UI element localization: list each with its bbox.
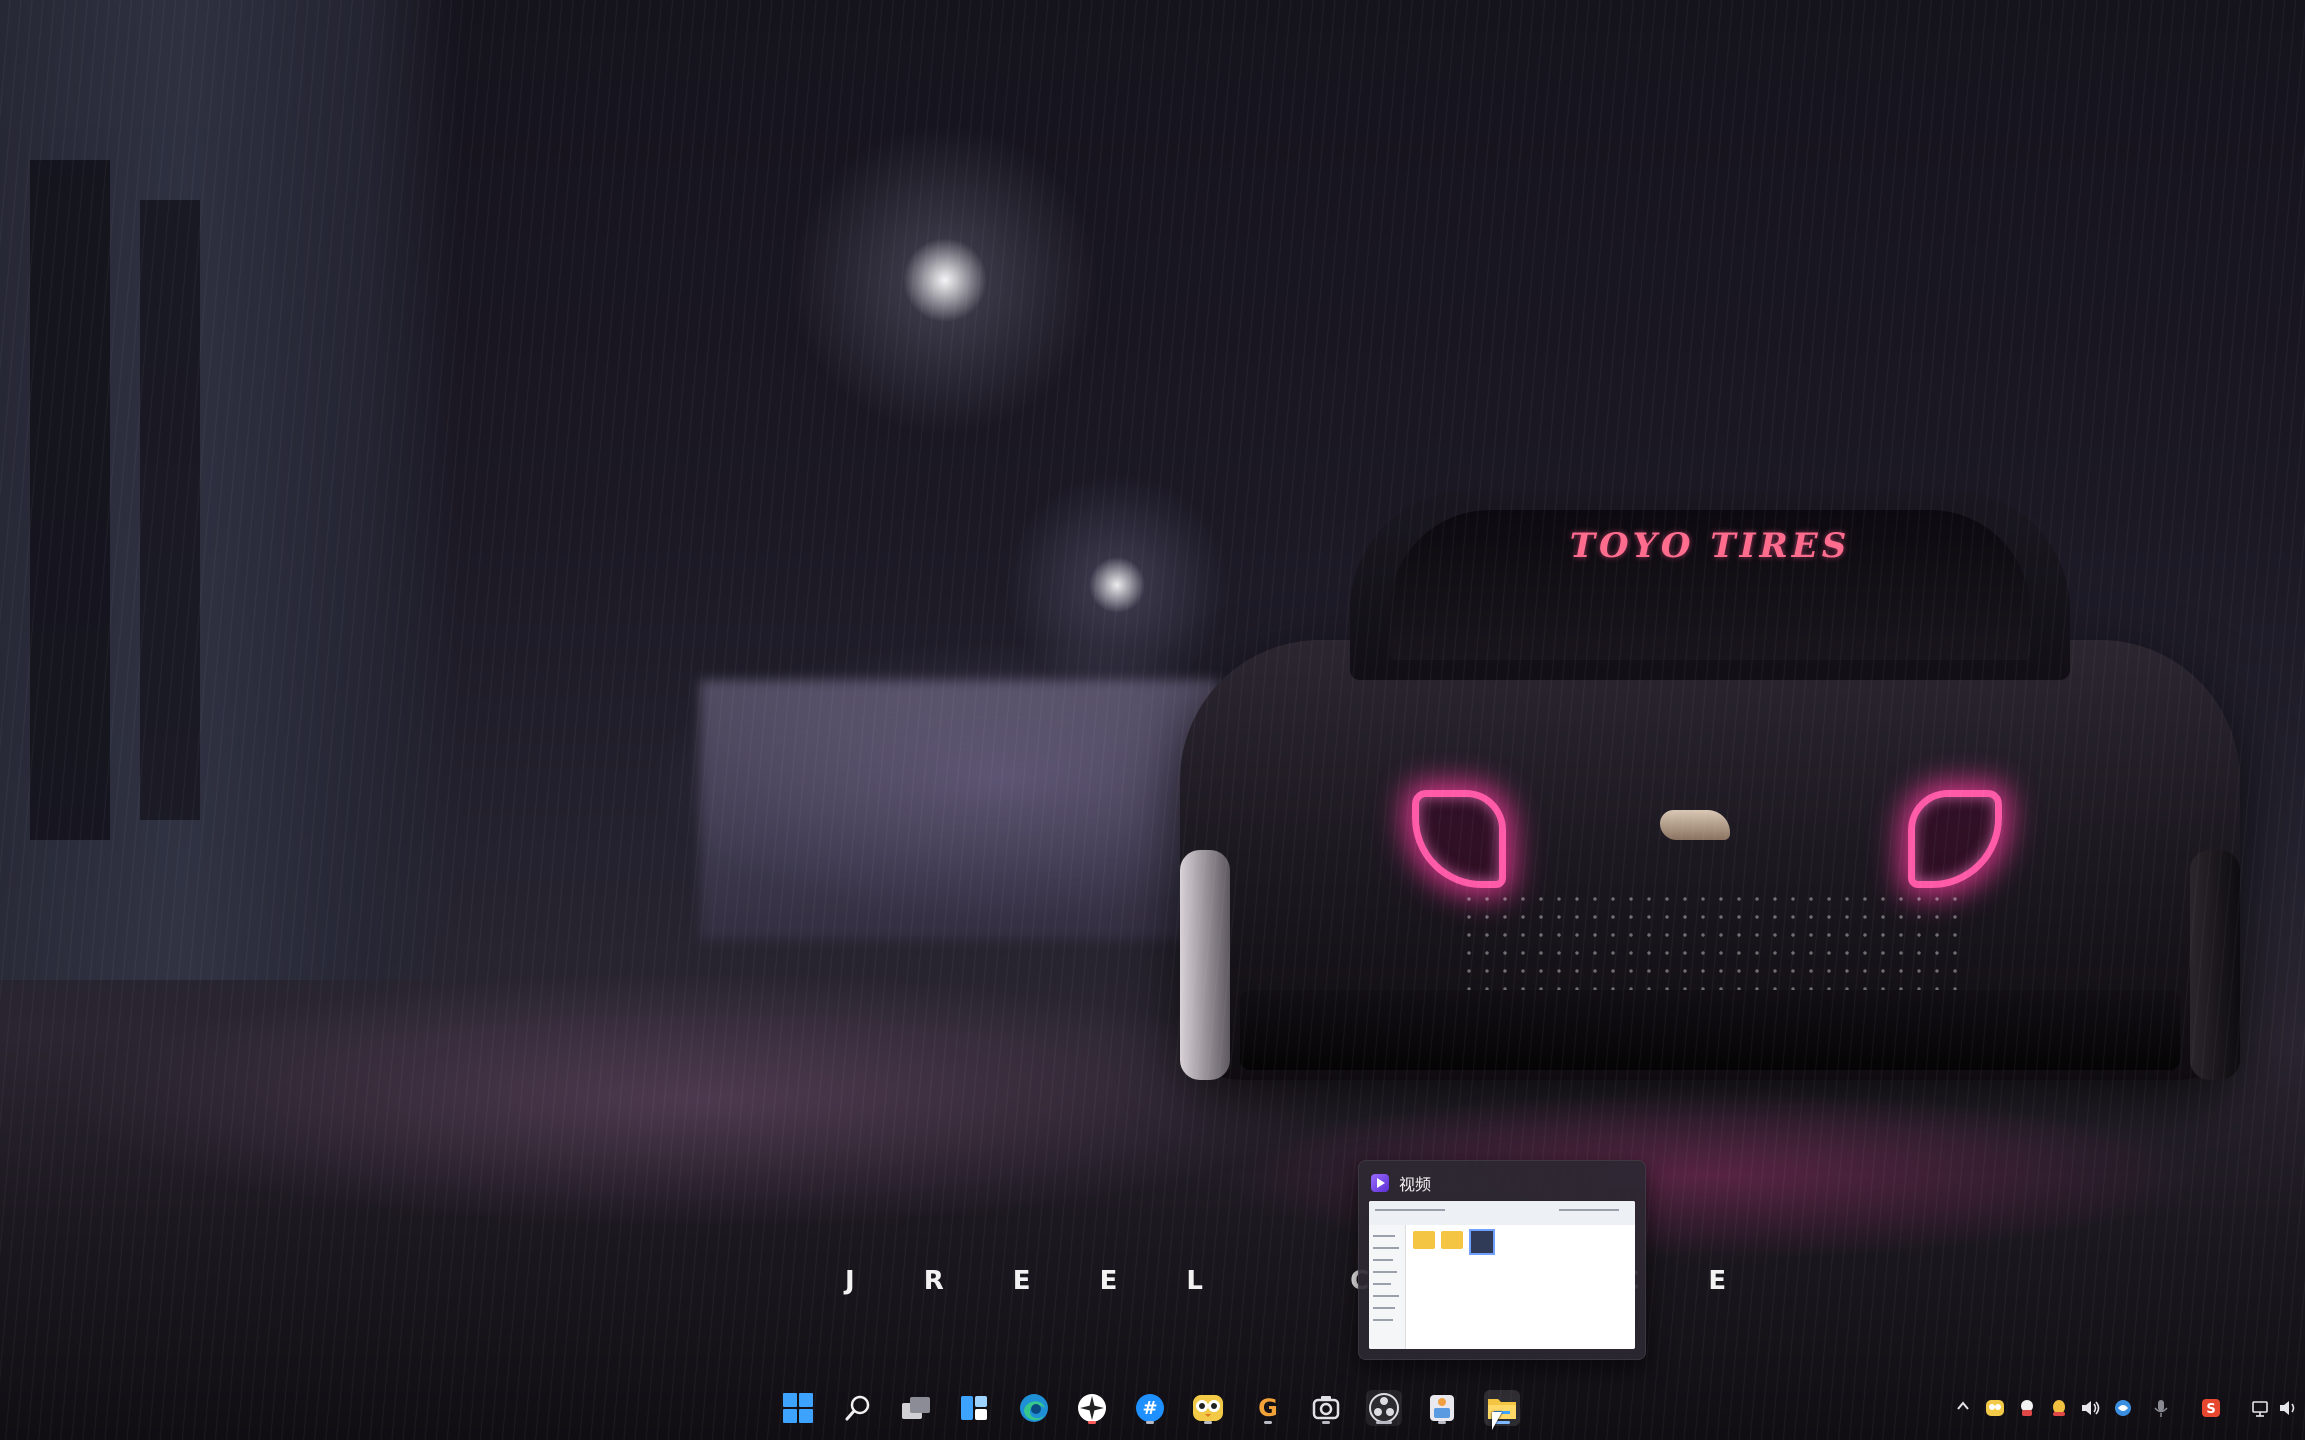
thumbnail-window-preview[interactable]	[1369, 1201, 1635, 1349]
app-running-indicator	[1204, 1421, 1212, 1424]
taskbar: # G S	[0, 1376, 2305, 1440]
preview-folder-icon	[1441, 1231, 1463, 1249]
obs-button[interactable]	[1366, 1390, 1402, 1426]
windshield-banner: TOYO TIRES	[1569, 526, 1851, 566]
app-running-indicator	[1264, 1421, 1272, 1424]
volume-icon[interactable]	[2080, 1398, 2102, 1420]
svg-text:#: #	[1142, 1398, 1157, 1419]
sogou-ime-icon[interactable]: S	[2200, 1398, 2222, 1420]
search-button[interactable]	[840, 1390, 876, 1426]
car-wheel-right	[2190, 850, 2240, 1080]
edge-browser-button[interactable]	[1016, 1390, 1052, 1426]
task-view-icon	[902, 1397, 930, 1419]
wallpaper-building-left	[0, 0, 460, 980]
wallpaper-distant-building	[700, 680, 1220, 940]
preview-toolbar-line	[1375, 1209, 1445, 1211]
app-button[interactable]	[1424, 1390, 1460, 1426]
task-view-button[interactable]	[898, 1390, 934, 1426]
car-emblem	[1660, 810, 1730, 840]
compass-app-button[interactable]	[1074, 1390, 1110, 1426]
mouse-cursor-icon	[1492, 1412, 1508, 1430]
network-icon[interactable]	[2112, 1398, 2134, 1420]
app-running-indicator	[1438, 1421, 1446, 1424]
edge-browser-icon	[1020, 1394, 1048, 1422]
car-bumper	[1240, 990, 2180, 1070]
preview-sidebar-line	[1373, 1307, 1395, 1309]
chevron-up-icon[interactable]	[1952, 1398, 1974, 1420]
app-running-indicator	[1376, 1421, 1392, 1424]
car-wheel-left	[1180, 850, 1230, 1080]
wallpaper-car: TOYO TIRES	[1180, 490, 2240, 1090]
preview-sidebar	[1369, 1225, 1406, 1349]
app-tray-icon[interactable]	[2016, 1398, 2038, 1420]
search-icon	[845, 1395, 870, 1421]
widgets-button[interactable]	[956, 1390, 992, 1426]
camera-capture-icon	[1312, 1396, 1340, 1420]
thumbnail-title-bar: 视频	[1371, 1171, 1431, 1195]
svg-text:G: G	[1258, 1394, 1278, 1422]
preview-sidebar-line	[1373, 1271, 1397, 1273]
preview-image-thumbnail	[1469, 1229, 1495, 1255]
preview-sidebar-line	[1373, 1235, 1395, 1237]
svg-text:S: S	[2206, 1402, 2215, 1417]
display-icon[interactable]	[2250, 1398, 2272, 1420]
taskbar-thumbnail-popup[interactable]: 视频	[1358, 1160, 1646, 1360]
preview-toolbar	[1369, 1201, 1635, 1225]
preview-sidebar-line	[1373, 1283, 1391, 1285]
preview-sidebar-line	[1373, 1259, 1393, 1261]
compass-app-icon	[1078, 1394, 1106, 1422]
owl-tray-icon[interactable]	[1984, 1398, 2006, 1420]
preview-sidebar-line	[1373, 1295, 1399, 1297]
owl-app-icon	[1193, 1395, 1223, 1421]
speaker-icon[interactable]	[2278, 1398, 2300, 1420]
start-button[interactable]	[780, 1390, 816, 1426]
video-app-icon	[1371, 1174, 1389, 1192]
windows-logo-icon	[783, 1393, 813, 1423]
g-app-icon: G	[1258, 1394, 1278, 1422]
owl-app-button[interactable]	[1190, 1390, 1226, 1426]
hashtag-app-button[interactable]: #	[1132, 1390, 1168, 1426]
capture-app-button[interactable]	[1308, 1390, 1344, 1426]
desktop-wallpaper: TOYO TIRES J R E E L C O N C E	[0, 0, 2305, 1440]
obs-icon	[1369, 1393, 1399, 1423]
preview-sidebar-line	[1373, 1319, 1393, 1321]
thumbnail-window-title: 视频	[1399, 1175, 1432, 1194]
preview-folder-icon	[1413, 1231, 1435, 1249]
g-app-button[interactable]: G	[1250, 1390, 1286, 1426]
app-running-indicator	[1146, 1421, 1154, 1424]
microphone-icon[interactable]	[2150, 1398, 2172, 1420]
preview-sidebar-line	[1373, 1247, 1399, 1249]
app-running-indicator	[1088, 1421, 1096, 1424]
qq-icon[interactable]	[2048, 1398, 2070, 1420]
app-running-indicator	[1322, 1421, 1330, 1424]
app-icon	[1430, 1395, 1454, 1421]
widgets-icon	[961, 1396, 987, 1420]
hashtag-app-icon: #	[1136, 1394, 1164, 1422]
preview-toolbar-line	[1559, 1209, 1619, 1211]
